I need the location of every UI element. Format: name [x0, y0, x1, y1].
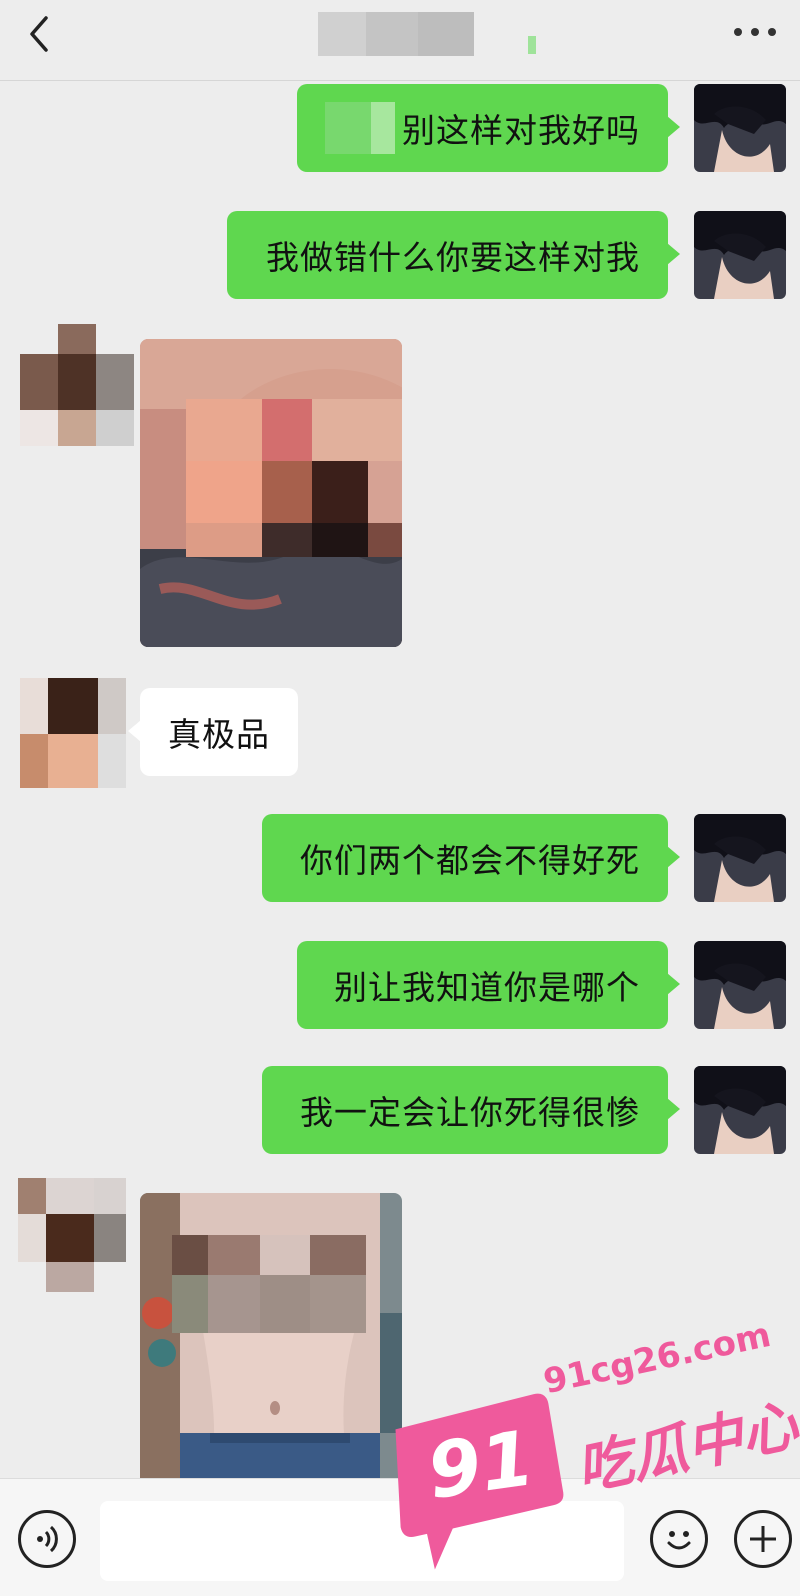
avatar-self[interactable]	[694, 814, 786, 902]
avatar-self[interactable]	[694, 1066, 786, 1154]
avatar-self[interactable]	[694, 84, 786, 172]
chevron-left-icon[interactable]	[26, 14, 56, 54]
message-text: 别让我知道你是哪个	[334, 968, 640, 1007]
watermark-domain: 91cg26.com	[540, 1314, 775, 1403]
voice-icon[interactable]	[18, 1510, 76, 1568]
message-text: 真极品	[168, 715, 270, 754]
received-image-redacted[interactable]	[140, 339, 402, 647]
avatar-self[interactable]	[694, 211, 786, 299]
redacted-name	[325, 102, 395, 154]
chat-title-redacted	[318, 12, 474, 56]
ellipsis-icon[interactable]	[734, 28, 778, 40]
message-text: 你们两个都会不得好死	[300, 841, 640, 880]
message-text: 别这样对我好吗	[402, 111, 640, 150]
message-text: 我做错什么你要这样对我	[266, 238, 640, 277]
redaction-mark	[528, 36, 536, 54]
avatar-contact-redacted[interactable]	[20, 678, 126, 788]
message-bubble-outgoing[interactable]: 你们两个都会不得好死	[262, 814, 680, 902]
avatar-contact-redacted[interactable]	[20, 324, 134, 446]
message-text: 我一定会让你死得很惨	[300, 1093, 640, 1132]
received-image-redacted[interactable]	[140, 1193, 402, 1478]
plus-icon[interactable]	[734, 1510, 792, 1568]
message-bubble-outgoing[interactable]: 别让我知道你是哪个	[297, 941, 680, 1029]
emoji-icon[interactable]	[650, 1510, 708, 1568]
avatar-self[interactable]	[694, 941, 786, 1029]
chat-header	[0, 0, 800, 81]
message-input[interactable]	[100, 1501, 624, 1581]
input-bar	[0, 1478, 800, 1596]
message-bubble-outgoing[interactable]: 别这样对我好吗	[297, 84, 680, 172]
message-bubble-incoming[interactable]: 真极品	[128, 688, 298, 776]
message-bubble-outgoing[interactable]: 我做错什么你要这样对我	[227, 211, 680, 299]
avatar-contact-redacted[interactable]	[18, 1178, 126, 1292]
message-bubble-outgoing[interactable]: 我一定会让你死得很惨	[262, 1066, 680, 1154]
